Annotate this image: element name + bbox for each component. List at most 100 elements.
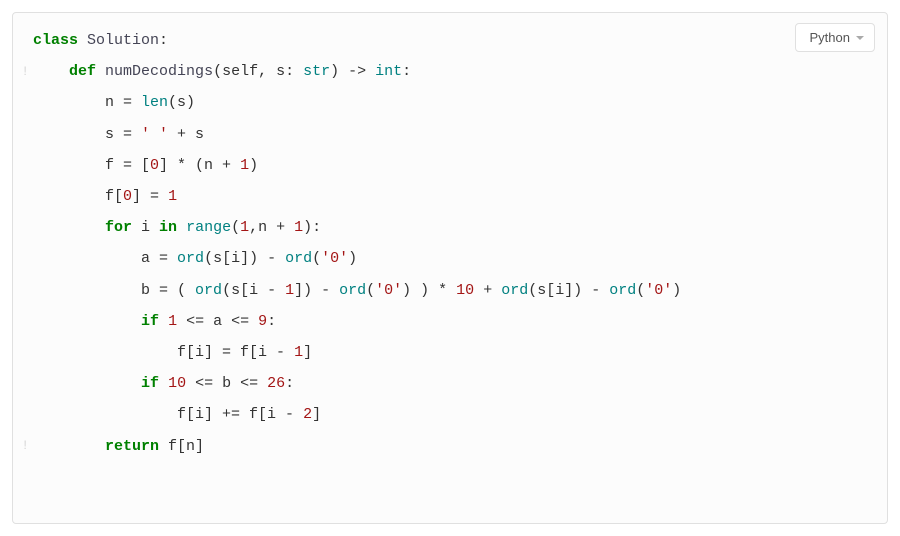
token-bi: ord bbox=[195, 282, 222, 299]
token-op: f[i] = f[i - bbox=[33, 344, 294, 361]
gutter-line bbox=[13, 337, 31, 368]
token-op bbox=[33, 313, 141, 330]
token-op: (s[i - bbox=[222, 282, 285, 299]
token-op: ] = bbox=[132, 188, 168, 205]
token-str: '0' bbox=[321, 250, 348, 267]
token-op: ( bbox=[312, 250, 321, 267]
gutter-line bbox=[13, 368, 31, 399]
token-bi: ord bbox=[177, 250, 204, 267]
token-kw: for bbox=[105, 219, 132, 236]
token-op: ): bbox=[303, 219, 321, 236]
language-label: Python bbox=[810, 30, 850, 45]
token-op: ) -> bbox=[330, 63, 375, 80]
token-kw: class bbox=[33, 32, 78, 49]
token-op: , s: bbox=[258, 63, 303, 80]
token-kw: if bbox=[141, 313, 159, 330]
gutter-line: ! bbox=[13, 56, 31, 87]
token-op bbox=[177, 219, 186, 236]
gutter-line bbox=[13, 181, 31, 212]
token-op: ) bbox=[672, 282, 681, 299]
token-bi: ord bbox=[501, 282, 528, 299]
gutter-line bbox=[13, 399, 31, 430]
token-op: ( bbox=[636, 282, 645, 299]
token-op bbox=[78, 32, 87, 49]
line-number-gutter: !! bbox=[13, 13, 31, 523]
token-op: ]) - bbox=[294, 282, 339, 299]
token-bi: ord bbox=[285, 250, 312, 267]
token-kw: in bbox=[159, 219, 177, 236]
token-op bbox=[159, 313, 168, 330]
gutter-line bbox=[13, 25, 31, 56]
token-num: 10 bbox=[168, 375, 186, 392]
chevron-down-icon bbox=[856, 36, 864, 40]
token-op: i bbox=[132, 219, 159, 236]
token-num: 26 bbox=[267, 375, 285, 392]
token-op: : bbox=[267, 313, 276, 330]
gutter-line bbox=[13, 243, 31, 274]
language-selector[interactable]: Python bbox=[795, 23, 875, 52]
token-op: n = bbox=[33, 94, 141, 111]
token-op: f[ bbox=[33, 188, 123, 205]
token-op: : bbox=[402, 63, 411, 80]
token-kw: if bbox=[141, 375, 159, 392]
token-num: 1 bbox=[240, 157, 249, 174]
token-bi: int bbox=[375, 63, 402, 80]
token-num: 2 bbox=[303, 406, 312, 423]
token-num: 1 bbox=[294, 344, 303, 361]
token-op: ,n + bbox=[249, 219, 294, 236]
token-op: ( bbox=[213, 63, 222, 80]
token-num: 1 bbox=[285, 282, 294, 299]
token-op bbox=[96, 63, 105, 80]
token-num: 1 bbox=[294, 219, 303, 236]
token-op: (s[i]) - bbox=[204, 250, 285, 267]
token-op: s = bbox=[33, 126, 141, 143]
token-op: (s) bbox=[168, 94, 195, 111]
token-num: 9 bbox=[258, 313, 267, 330]
gutter-line bbox=[13, 212, 31, 243]
token-id: self bbox=[222, 63, 258, 80]
token-str: '0' bbox=[375, 282, 402, 299]
token-bi: range bbox=[186, 219, 231, 236]
token-num: 1 bbox=[240, 219, 249, 236]
gutter-line bbox=[13, 119, 31, 150]
token-op: <= a <= bbox=[177, 313, 258, 330]
token-op: + bbox=[474, 282, 501, 299]
token-op: ( bbox=[366, 282, 375, 299]
token-op: a = bbox=[33, 250, 177, 267]
token-op bbox=[33, 63, 69, 80]
token-bi: ord bbox=[609, 282, 636, 299]
token-str: ' ' bbox=[141, 126, 168, 143]
token-fn: numDecodings bbox=[105, 63, 213, 80]
token-num: 0 bbox=[123, 188, 132, 205]
token-op: ] bbox=[312, 406, 321, 423]
token-bi: ord bbox=[339, 282, 366, 299]
token-num: 1 bbox=[168, 188, 177, 205]
token-op: <= b <= bbox=[186, 375, 267, 392]
token-bi: str bbox=[303, 63, 330, 80]
token-op: b = ( bbox=[33, 282, 195, 299]
gutter-line bbox=[13, 87, 31, 118]
token-op: : bbox=[285, 375, 294, 392]
token-str: '0' bbox=[645, 282, 672, 299]
token-op: ( bbox=[231, 219, 240, 236]
token-op bbox=[33, 219, 105, 236]
gutter-line bbox=[13, 493, 31, 523]
token-op bbox=[159, 375, 168, 392]
token-op: ) ) * bbox=[402, 282, 456, 299]
token-op: ] * (n + bbox=[159, 157, 240, 174]
token-num: 0 bbox=[150, 157, 159, 174]
gutter-line: ! bbox=[13, 430, 31, 461]
token-num: 1 bbox=[168, 313, 177, 330]
token-kw: def bbox=[69, 63, 96, 80]
token-op: ] bbox=[303, 344, 312, 361]
gutter-line bbox=[13, 462, 31, 493]
token-op: + s bbox=[168, 126, 204, 143]
token-num: 10 bbox=[456, 282, 474, 299]
gutter-line bbox=[13, 306, 31, 337]
code-block: class Solution: def numDecodings(self, s… bbox=[13, 13, 887, 474]
gutter-line bbox=[13, 150, 31, 181]
token-op: f = [ bbox=[33, 157, 150, 174]
token-op: ) bbox=[249, 157, 258, 174]
code-panel: Python !! class Solution: def numDecodin… bbox=[12, 12, 888, 524]
gutter-line bbox=[13, 275, 31, 306]
